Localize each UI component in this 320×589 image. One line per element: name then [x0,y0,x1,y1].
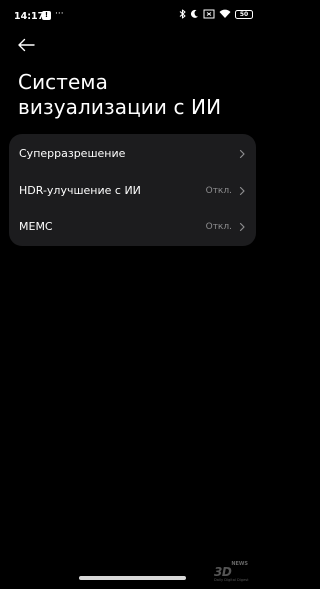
settings-card: Суперразрешение HDR-улучшение с ИИ Откл.… [9,134,256,246]
battery-icon: 50 [235,9,253,19]
back-button[interactable] [14,34,38,56]
chevron-right-icon [239,186,245,195]
status-right-icons: 50 [179,9,253,19]
more-notifications-icon: ··· [55,8,64,19]
settings-item-label: MEMC [19,220,53,233]
bluetooth-icon [179,9,186,19]
status-bar: 14:17 ! ··· 50 [0,0,265,30]
status-left-icons: ! ··· [42,8,64,20]
wifi-icon [219,9,231,19]
do-not-disturb-icon [190,9,199,19]
notification-icon: ! [42,11,51,20]
settings-item-super-resolution[interactable]: Суперразрешение [9,135,256,172]
watermark: 3DNEWS Daily Digital Digest [214,561,260,582]
home-indicator[interactable] [79,576,186,580]
watermark-logo: 3D [214,565,232,579]
chevron-right-icon [239,222,245,231]
settings-item-value: Откл. [205,221,232,232]
settings-item-memc[interactable]: MEMC Откл. [9,208,256,245]
chevron-right-icon [239,149,245,158]
settings-item-label: Суперразрешение [19,147,126,160]
sim-signal-icon [203,9,215,19]
page-title: Система визуализации с ИИ [18,70,222,119]
watermark-tagline: Daily Digital Digest [214,578,249,582]
status-time: 14:17 [14,11,45,22]
arrow-left-icon [18,38,35,52]
settings-item-hdr-enhancement[interactable]: HDR-улучшение с ИИ Откл. [9,172,256,209]
watermark-news: NEWS [231,561,249,567]
settings-item-label: HDR-улучшение с ИИ [19,184,141,197]
settings-item-value: Откл. [205,185,232,196]
